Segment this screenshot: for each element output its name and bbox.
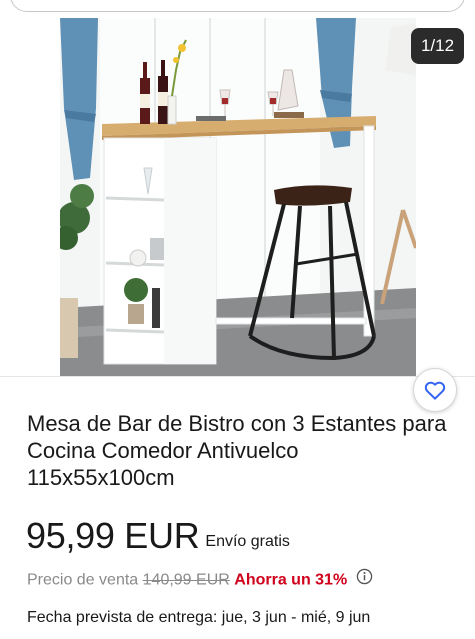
image-counter: 1/12	[411, 28, 464, 64]
delivery-estimate: Fecha prevista de entrega: jue, 3 jun - …	[27, 609, 371, 626]
price-row: 95,99 EUR Envío gratis	[26, 514, 290, 558]
image-gallery[interactable]: 1/12	[0, 18, 475, 376]
search-bar[interactable]	[10, 0, 465, 12]
product-title: Mesa de Bar de Bistro con 3 Estantes par…	[27, 411, 447, 490]
shipping-info: Envío gratis	[205, 533, 290, 550]
price: 95,99 EUR	[26, 515, 200, 556]
discount-badge: Ahorra un 31%	[234, 571, 348, 589]
info-icon[interactable]	[356, 568, 373, 591]
original-price-label: Precio de venta	[27, 571, 139, 589]
original-price-row: Precio de venta 140,99 EUR Ahorra un 31%	[27, 568, 373, 592]
heart-icon	[424, 381, 446, 400]
watchlist-button[interactable]	[413, 368, 457, 412]
divider	[0, 376, 475, 377]
top-bar	[0, 0, 475, 18]
original-price: 140,99 EUR	[142, 571, 230, 589]
product-photo[interactable]	[60, 18, 416, 376]
